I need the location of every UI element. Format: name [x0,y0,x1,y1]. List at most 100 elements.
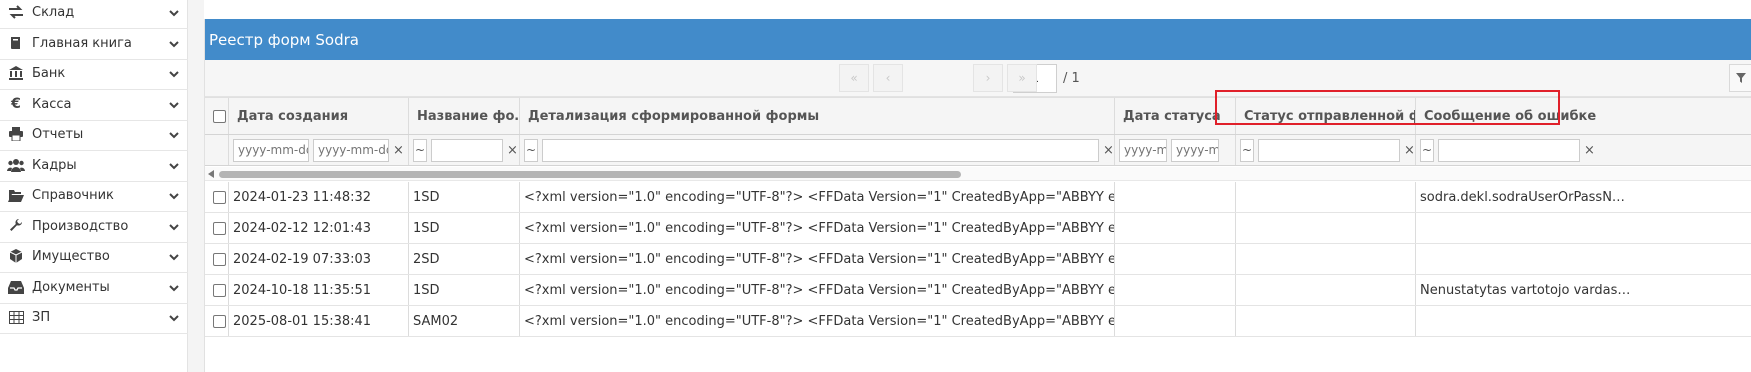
created-from-input[interactable] [233,138,309,162]
cell-error: sodra.dekl.sodraUserOrPassN… [1420,189,1625,205]
table-row[interactable]: 2024-01-23 11:48:32 1SD <?xml version="1… [205,182,1751,213]
cell-detail: <?xml version="1.0" encoding="UTF-8"?> <… [520,213,1115,243]
sidebar-item-label: Справочник [32,187,114,203]
column-header-name[interactable]: Название фо… [409,98,520,134]
clear-filter-button[interactable]: × [1103,143,1114,158]
sidebar-item-hr[interactable]: Кадры [0,149,188,182]
filter-cell-sent-status: ~ × [1236,135,1416,165]
table-row[interactable]: 2024-02-19 07:33:03 2SD <?xml version="1… [205,244,1751,275]
clear-filter-button[interactable]: × [1404,143,1415,158]
wrench-icon [6,218,26,234]
sidebar-item-label: Отчеты [32,126,84,142]
error-filter-input[interactable] [1438,138,1580,162]
row-select-cell [205,244,229,274]
sent-status-filter-input[interactable] [1258,138,1400,162]
filter-cell-detail: ~ × [520,135,1115,165]
printer-icon [6,126,26,142]
name-filter-input[interactable] [431,138,503,162]
row-checkbox[interactable] [213,314,226,328]
row-checkbox[interactable] [213,283,226,297]
cell-error [1416,244,1751,274]
chevron-down-icon [169,41,179,48]
filter-cell-select [205,135,229,165]
filter-operator[interactable]: ~ [1240,138,1254,162]
chevron-down-icon [169,285,179,292]
grid-filter-row: × ~ × ~ × ~ × [205,135,1751,166]
scrollbar-thumb[interactable] [219,171,961,178]
sidebar-item-directory[interactable]: Справочник [0,179,188,212]
column-header-status-date[interactable]: Дата статуса [1115,98,1236,134]
cell-detail: <?xml version="1.0" encoding="UTF-8"?> <… [520,244,1115,274]
clear-filter-button[interactable]: × [507,143,518,158]
chevron-down-icon [169,163,179,170]
prev-page-button[interactable]: ‹ [873,64,903,92]
select-all-checkbox[interactable] [213,109,226,123]
sidebar-item-warehouse[interactable]: Склад [0,0,188,29]
table-row[interactable]: 2024-02-12 12:01:43 1SD <?xml version="1… [205,213,1751,244]
app: Склад Главная книга Банк € Касса Отчеты … [0,0,1751,372]
filter-cell-status-date [1115,135,1236,165]
sidebar-item-documents[interactable]: Документы [0,271,188,304]
sidebar-item-label: Банк [32,65,66,81]
filter-operator[interactable]: ~ [413,138,427,162]
bank-icon [6,65,26,81]
cell-created: 2024-01-23 11:48:32 [229,182,409,212]
last-page-button[interactable]: » [1007,64,1037,92]
sidebar-item-label: Кадры [32,157,77,173]
cell-sent-status [1236,275,1416,305]
cell-name: 1SD [409,182,520,212]
panel-title: Реестр форм Sodra [205,19,1751,60]
sidebar-item-assets[interactable]: Имущество [0,240,188,273]
first-page-button[interactable]: « [839,64,869,92]
cell-error [1416,306,1751,336]
filter-toggle-button[interactable] [1729,64,1751,92]
sidebar-item-label: Касса [32,96,72,112]
cell-status-date [1115,213,1236,243]
users-icon [6,157,26,173]
clear-filter-button[interactable]: × [393,143,404,158]
sidebar-item-bank[interactable]: Банк [0,57,188,90]
euro-icon: € [11,96,21,112]
cell-name: SAM02 [409,306,520,336]
table-row[interactable]: 2024-10-18 11:35:51 1SD <?xml version="1… [205,275,1751,306]
sidebar-item-cash[interactable]: € Касса [0,88,188,121]
column-header-sent-status[interactable]: Статус отправленной фо… [1236,98,1416,134]
column-header-error[interactable]: Сообщение об ошибке [1416,98,1751,134]
cell-status-date [1115,244,1236,274]
sidebar-item-production[interactable]: Производство [0,210,188,243]
filter-cell-created: × [229,135,409,165]
horizontal-scrollbar[interactable] [205,167,1751,181]
chevron-down-icon [169,10,179,17]
row-select-cell [205,275,229,305]
row-checkbox[interactable] [213,252,226,266]
clear-filter-button[interactable]: × [1584,143,1595,158]
filter-operator[interactable]: ~ [1420,138,1434,162]
filter-icon [1735,73,1746,83]
cell-detail: <?xml version="1.0" encoding="UTF-8"?> <… [520,182,1115,212]
column-header-detail[interactable]: Детализация сформированной формы [520,98,1115,134]
sidebar-gutter [188,0,204,372]
sidebar-item-label: Склад [32,4,75,20]
table-row[interactable]: 2025-08-01 15:38:41 SAM02 <?xml version=… [205,306,1751,337]
scroll-left-icon[interactable] [208,170,214,178]
row-checkbox[interactable] [213,221,226,235]
sidebar-item-payroll[interactable]: ЗП [0,301,188,334]
status-date-to-input[interactable] [1171,138,1219,162]
row-checkbox[interactable] [213,190,226,204]
cell-sent-status [1236,182,1416,212]
next-page-button[interactable]: › [973,64,1003,92]
cell-name: 2SD [409,244,520,274]
sidebar-item-general-ledger[interactable]: Главная книга [0,27,188,60]
created-to-input[interactable] [313,138,389,162]
cell-status-date [1115,275,1236,305]
status-date-from-input[interactable] [1119,138,1167,162]
sidebar-item-reports[interactable]: Отчеты [0,118,188,151]
filter-operator[interactable]: ~ [524,138,538,162]
cell-created: 2025-08-01 15:38:41 [229,306,409,336]
row-select-cell [205,306,229,336]
cell-name: 1SD [409,275,520,305]
cell-name: 1SD [409,213,520,243]
detail-filter-input[interactable] [542,138,1099,162]
cell-created: 2024-02-12 12:01:43 [229,213,409,243]
column-header-created[interactable]: Дата создания [229,98,409,134]
